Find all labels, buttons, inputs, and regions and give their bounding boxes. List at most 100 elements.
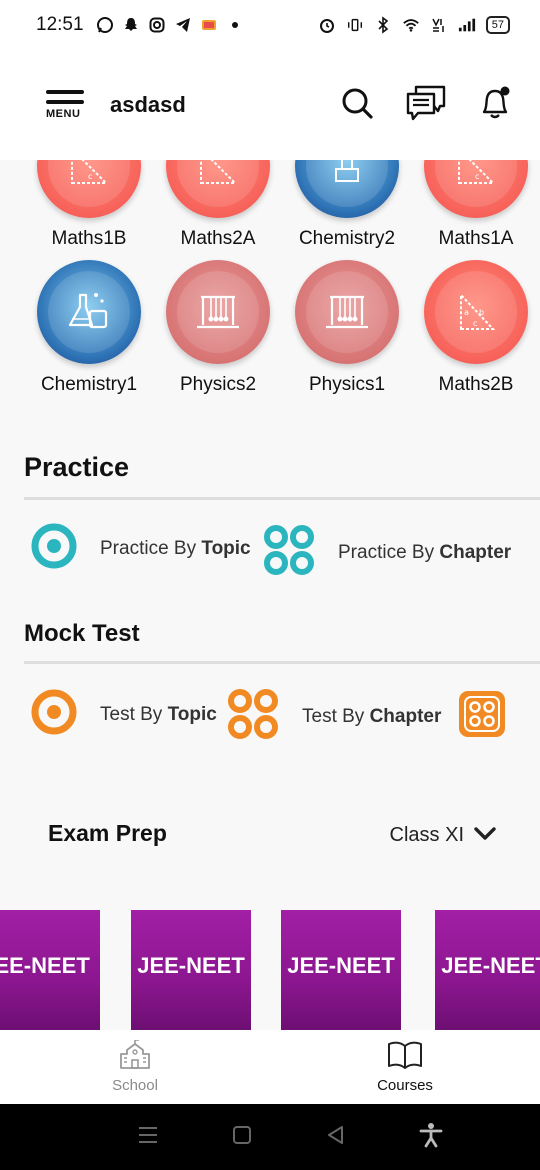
status-bar: 12:51 57 [0,0,540,50]
subject-chemistry2[interactable]: Chemistry2 [282,160,412,250]
practice-divider [24,497,540,500]
class-selector[interactable]: Class XI [390,824,496,847]
signal-icon [458,16,476,34]
exam-card[interactable]: JEE-NEET [0,910,100,1030]
subject-maths1b[interactable]: c Maths1B [24,160,154,250]
four-circles-icon [226,688,280,745]
subject-icon-inner [306,271,388,353]
test-by-topic-label: Test By Topic [100,704,217,726]
subject-label: Maths1A [438,228,514,249]
exam-card[interactable]: JEE-NEET [281,910,401,1030]
system-icons: 57 [318,16,510,34]
pendulum-icon [295,260,399,364]
subjects-grid: c Maths1B Maths2A Chemistry2 c Maths1A C… [0,160,540,420]
practice-by-chapter[interactable]: Practice By Chapter [262,524,511,581]
exam-card[interactable]: JEE-NEET [435,910,540,1030]
flask-icon [37,260,141,364]
subject-icon-inner [306,160,388,207]
exam-card-label: JEE-NEET [287,953,395,978]
search-icon[interactable] [340,86,374,125]
mock-test-title: Mock Test [24,620,140,647]
test-by-chapter[interactable]: Test By Chapter [226,688,507,745]
battery-indicator: 57 [485,16,510,34]
bell-icon[interactable] [478,85,512,126]
subject-icon-inner: c [48,160,130,207]
dot-icon [226,16,244,34]
subject-maths2b[interactable]: a bc Maths2B [411,260,540,396]
svg-text:c: c [88,172,92,181]
tab-school-label: School [112,1077,158,1094]
exam-prep-cards: JEE-NEET JEE-NEET JEE-NEET JEE-NEET [0,910,540,1030]
exam-card[interactable]: JEE-NEET [131,910,251,1030]
wifi-icon [402,16,420,34]
subject-physics2[interactable]: Physics2 [153,260,283,396]
subject-icon-inner [48,271,130,353]
system-navigation-bar [0,1104,540,1170]
exam-prep-title: Exam Prep [48,820,167,846]
subject-label: Chemistry1 [40,374,138,395]
test-by-chapter-label: Test By Chapter [302,706,441,728]
exam-card-label: JEE-NEET [137,953,245,978]
home-icon[interactable] [232,1125,252,1150]
mock-test-divider [24,661,540,664]
notification-icons [96,16,244,34]
label-bold: Topic [167,703,217,725]
svg-text:a: a [464,308,469,317]
back-icon[interactable] [326,1125,346,1150]
triangle-icon [166,160,270,218]
triangle-icon: a bc [424,260,528,364]
subject-label: Chemistry2 [298,228,396,249]
status-time: 12:51 [36,14,84,35]
whatsapp-icon [96,16,114,34]
svg-text:c: c [473,319,477,328]
target-icon [30,688,78,741]
label-bold: Chapter [369,705,442,727]
bottom-tab-bar: School Courses [0,1030,540,1104]
tab-courses[interactable]: Courses [270,1030,540,1104]
subject-physics1[interactable]: Physics1 [282,260,412,396]
tab-courses-label: Courses [377,1077,433,1094]
menu-button[interactable]: MENU [46,90,90,120]
dice-grid-icon [457,689,507,744]
subject-maths2a[interactable]: Maths2A [153,160,283,250]
instagram-icon [148,16,166,34]
accessibility-icon[interactable] [419,1122,443,1153]
app-icon [200,16,218,34]
practice-by-topic[interactable]: Practice By Topic [30,522,251,575]
subject-label: Maths1B [51,228,127,249]
page-title: asdasd [110,92,186,117]
alarm-icon [318,16,336,34]
subject-icon-inner [177,160,259,207]
pendulum-icon [166,260,270,364]
book-icon [386,1040,424,1075]
snapchat-icon [122,16,140,34]
bluetooth-icon [374,16,392,34]
menu-label: MENU [46,108,81,120]
svg-text:b: b [479,308,484,317]
practice-by-chapter-label: Practice By Chapter [338,542,511,564]
subject-icon-inner [177,271,259,353]
label-prefix: Test By [100,703,168,725]
recent-apps-icon[interactable] [137,1125,159,1150]
triangle-icon: c [37,160,141,218]
subject-label: Physics2 [179,374,257,395]
school-icon [117,1039,153,1075]
app-header: MENU asdasd [0,50,540,160]
chat-icon[interactable] [404,84,448,127]
label-bold: Chapter [439,541,512,563]
label-bold: Topic [201,537,251,559]
volte-icon [430,16,448,34]
subject-label: Maths2A [180,228,256,249]
subject-label: Physics1 [308,374,386,395]
exam-card-label: JEE-NEET [0,953,90,978]
telegram-icon [174,16,192,34]
subject-chemistry1[interactable]: Chemistry1 [24,260,154,396]
menu-icon-bar [46,100,84,104]
test-by-topic[interactable]: Test By Topic [30,688,217,741]
exam-card-label: JEE-NEET [441,953,540,978]
four-circles-icon [262,524,316,581]
target-icon [30,522,78,575]
subject-maths1a[interactable]: c Maths1A [411,160,540,250]
header-actions [340,84,512,127]
tab-school[interactable]: School [0,1030,270,1104]
